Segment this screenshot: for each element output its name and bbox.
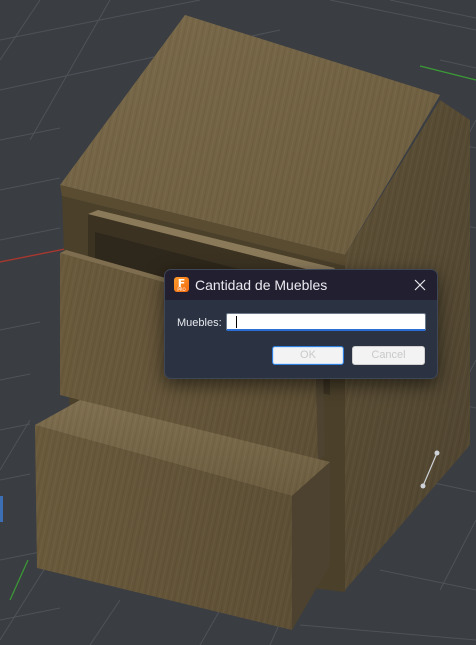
ok-button[interactable]: OK (272, 346, 344, 365)
dialog-titlebar[interactable]: F PRO Cantidad de Muebles (165, 270, 437, 300)
y-axis-line (419, 65, 476, 81)
3d-viewport[interactable]: F PRO Cantidad de Muebles Muebles: OK Ca… (0, 0, 476, 645)
text-caret (236, 316, 237, 328)
side-toolbar-edge[interactable] (0, 496, 3, 522)
fusion-app-icon: F PRO (174, 277, 189, 292)
cancel-button[interactable]: Cancel (352, 346, 425, 365)
muebles-input[interactable] (226, 313, 426, 331)
muebles-label: Muebles: (177, 317, 222, 329)
app-icon-sub: PRO (177, 287, 186, 292)
close-button[interactable] (403, 270, 437, 300)
close-icon (414, 279, 426, 291)
dialog-title: Cantidad de Muebles (195, 277, 328, 293)
z-axis-line (9, 559, 29, 601)
quantity-dialog: F PRO Cantidad de Muebles Muebles: OK Ca… (164, 269, 438, 379)
